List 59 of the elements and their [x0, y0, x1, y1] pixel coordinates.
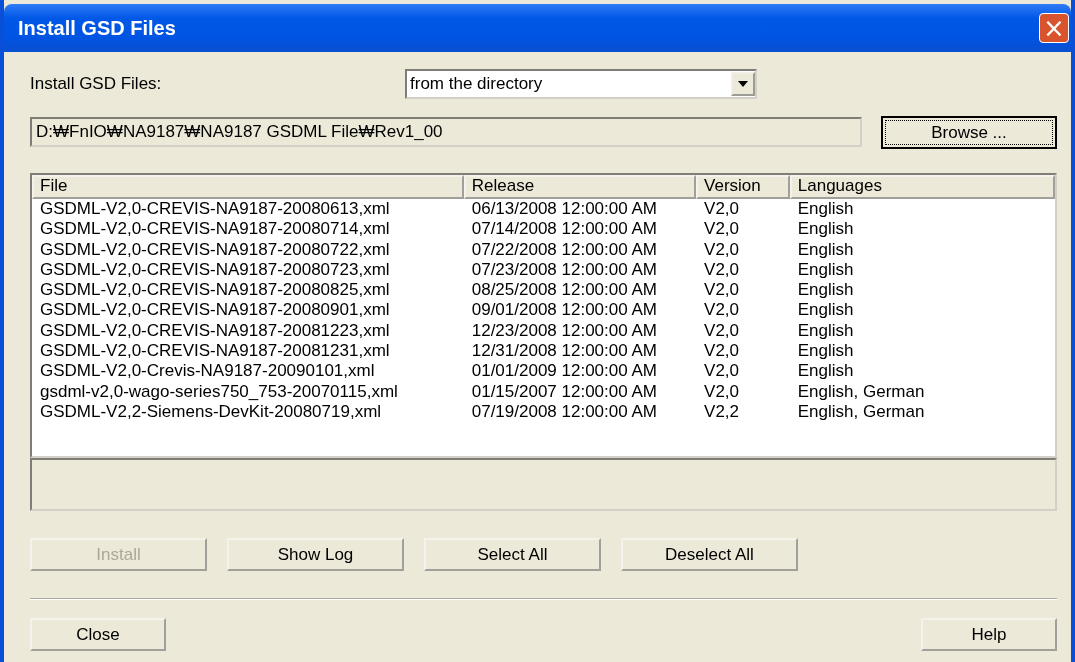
- table-cell: V2,0: [704, 300, 740, 320]
- table-cell: English, German: [797, 381, 925, 401]
- table-cell: English: [797, 341, 854, 361]
- source-label: Install GSD Files:: [30, 74, 163, 94]
- table-cell: GSDML-V2,0-CREVIS-NA9187-20080714,xml: [40, 219, 390, 239]
- table-cell: GSDML-V2,0-CREVIS-NA9187-20080613,xml: [40, 199, 390, 218]
- table-cell: English: [797, 361, 854, 381]
- table-cell: English: [797, 199, 854, 218]
- action-button[interactable]: Show Log: [227, 538, 404, 571]
- dialog-button[interactable]: Help: [921, 618, 1057, 651]
- table-cell: V2,0: [704, 259, 740, 279]
- table-cell: GSDML-V2,0-CREVIS-NA9187-20080722,xml: [40, 239, 390, 259]
- table-cell: V2,0: [704, 361, 740, 381]
- table-cell: GSDML-V2,0-CREVIS-NA9187-20080723,xml: [40, 259, 390, 279]
- table-cell: GSDML-V2,0-Crevis-NA9187-20090101,xml: [40, 361, 375, 381]
- table-cell: 06/13/2008 12:00:00 AM: [471, 199, 657, 218]
- table-cell: GSDML-V2,2-Siemens-DevKit-20080719,xml: [40, 401, 382, 421]
- table-cell: 07/22/2008 12:00:00 AM: [471, 239, 657, 259]
- table-cell: 08/25/2008 12:00:00 AM: [471, 280, 657, 300]
- table-cell: GSDML-V2,0-CREVIS-NA9187-20080901,xml: [40, 300, 390, 320]
- table-cell: English: [797, 239, 854, 259]
- table-cell: 07/14/2008 12:00:00 AM: [471, 219, 657, 239]
- table-cell: V2,2: [704, 401, 740, 421]
- table-cell: V2,0: [704, 280, 740, 300]
- source-dropdown[interactable]: from the directory: [405, 69, 757, 99]
- table-cell: GSDML-V2,0-CREVIS-NA9187-20081223,xml: [40, 320, 390, 340]
- table-cell: 01/01/2009 12:00:00 AM: [471, 361, 657, 381]
- table-cell: V2,0: [704, 381, 740, 401]
- table-cell: 01/15/2007 12:00:00 AM: [471, 381, 657, 401]
- action-button[interactable]: Deselect All: [621, 538, 798, 571]
- table-cell: English: [797, 320, 854, 340]
- table-cell: 12/23/2008 12:00:00 AM: [471, 320, 657, 340]
- table-cell: 07/19/2008 12:00:00 AM: [471, 401, 657, 421]
- action-button[interactable]: Select All: [424, 538, 601, 571]
- table-cell: gsdml-v2,0-wago-series750_753-20070115,xml: [40, 381, 398, 401]
- browse-button[interactable]: Browse ...: [881, 115, 1057, 149]
- table-cell: English, German: [797, 401, 925, 421]
- column-header[interactable]: File: [32, 175, 464, 199]
- table-cell: GSDML-V2,0-CREVIS-NA9187-20080825,xml: [40, 280, 390, 300]
- table-cell: V2,0: [704, 239, 740, 259]
- dialog-button[interactable]: Close: [30, 618, 166, 651]
- window-title: Install GSD Files: [18, 16, 176, 40]
- table-cell: English: [797, 259, 854, 279]
- column-header[interactable]: Languages: [789, 175, 1055, 199]
- table-cell: GSDML-V2,0-CREVIS-NA9187-20081231,xml: [40, 341, 390, 361]
- table-cell: 09/01/2008 12:00:00 AM: [471, 300, 657, 320]
- table-cell: English: [797, 219, 854, 239]
- table-cell: V2,0: [704, 199, 740, 218]
- column-header[interactable]: Version: [696, 175, 790, 199]
- table-cell: V2,0: [704, 341, 740, 361]
- table-cell: 12/31/2008 12:00:00 AM: [471, 341, 657, 361]
- table-cell: 07/23/2008 12:00:00 AM: [471, 259, 657, 279]
- table-cell: V2,0: [704, 219, 740, 239]
- table-cell: English: [797, 280, 854, 300]
- table-cell: V2,0: [704, 320, 740, 340]
- table-cell: English: [797, 300, 854, 320]
- close-button[interactable]: ×: [1039, 13, 1069, 43]
- path-field: D:₩FnIO₩NA9187₩NA9187 GSDML File₩Rev1_00: [30, 117, 862, 147]
- column-header[interactable]: Release: [463, 175, 697, 199]
